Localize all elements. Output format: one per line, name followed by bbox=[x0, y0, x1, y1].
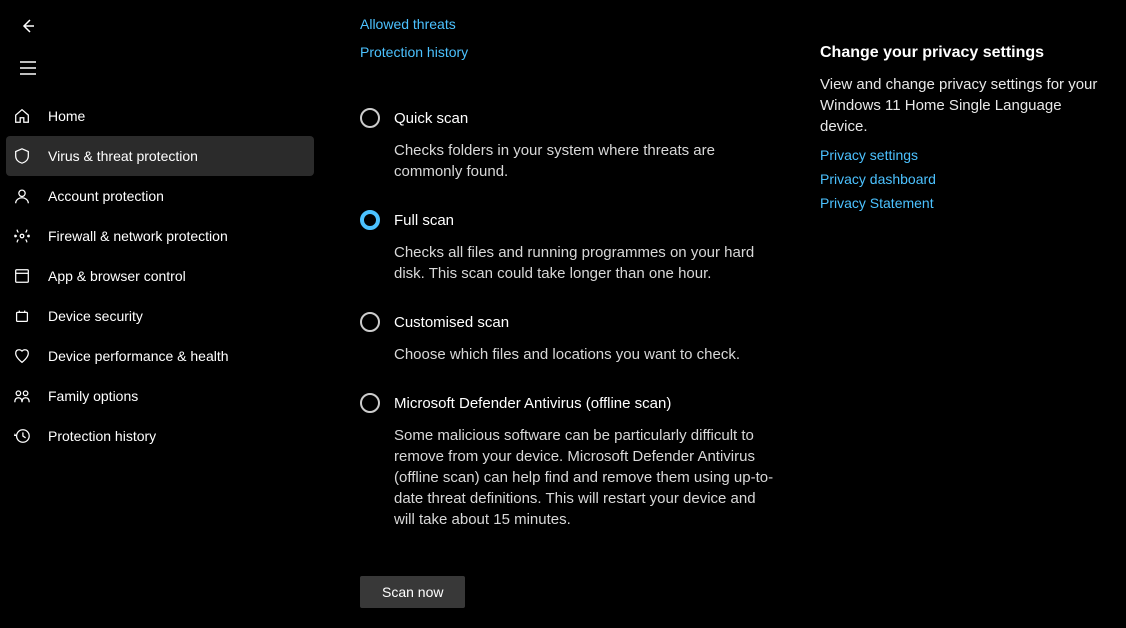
nav-label: Home bbox=[48, 108, 85, 124]
radio-button[interactable] bbox=[360, 108, 380, 128]
scan-now-button[interactable]: Scan now bbox=[360, 576, 465, 608]
link-allowed-threats[interactable]: Allowed threats bbox=[360, 16, 780, 32]
nav-label: App & browser control bbox=[48, 268, 186, 284]
radio-label: Full scan bbox=[394, 212, 454, 229]
family-icon bbox=[12, 386, 32, 406]
nav-item-protection-history[interactable]: Protection history bbox=[0, 416, 320, 456]
network-icon bbox=[12, 226, 32, 246]
title-bar bbox=[0, 8, 320, 44]
nav-item-app-browser[interactable]: App & browser control bbox=[0, 256, 320, 296]
radio-button[interactable] bbox=[360, 210, 380, 230]
home-icon bbox=[12, 106, 32, 126]
radio-head-full[interactable]: Full scan bbox=[360, 210, 780, 230]
nav-label: Device security bbox=[48, 308, 143, 324]
link-privacy-statement[interactable]: Privacy Statement bbox=[820, 195, 1100, 211]
link-privacy-dashboard[interactable]: Privacy dashboard bbox=[820, 171, 1100, 187]
radio-button[interactable] bbox=[360, 312, 380, 332]
nav-item-device-security[interactable]: Device security bbox=[0, 296, 320, 336]
arrow-left-icon bbox=[20, 18, 36, 34]
scan-options: Quick scan Checks folders in your system… bbox=[360, 108, 780, 608]
link-privacy-settings[interactable]: Privacy settings bbox=[820, 147, 1100, 163]
radio-head-quick[interactable]: Quick scan bbox=[360, 108, 780, 128]
nav-label: Family options bbox=[48, 388, 138, 404]
app-root: Home Virus & threat protection Account p… bbox=[0, 0, 1126, 628]
radio-button[interactable] bbox=[360, 393, 380, 413]
link-protection-history[interactable]: Protection history bbox=[360, 44, 780, 60]
nav-item-firewall[interactable]: Firewall & network protection bbox=[0, 216, 320, 256]
nav-item-performance[interactable]: Device performance & health bbox=[0, 336, 320, 376]
person-icon bbox=[12, 186, 32, 206]
radio-head-custom[interactable]: Customised scan bbox=[360, 312, 780, 332]
center-column: Allowed threats Protection history Quick… bbox=[320, 16, 780, 628]
nav-item-account[interactable]: Account protection bbox=[0, 176, 320, 216]
radio-option-quick: Quick scan Checks folders in your system… bbox=[360, 108, 780, 182]
main-content: Allowed threats Protection history Quick… bbox=[320, 0, 1126, 628]
radio-option-offline: Microsoft Defender Antivirus (offline sc… bbox=[360, 393, 780, 530]
radio-label: Quick scan bbox=[394, 110, 468, 127]
sidebar: Home Virus & threat protection Account p… bbox=[0, 0, 320, 628]
radio-description: Checks folders in your system where thre… bbox=[394, 140, 780, 182]
radio-option-full: Full scan Checks all files and running p… bbox=[360, 210, 780, 284]
app-icon bbox=[12, 266, 32, 286]
nav-item-home[interactable]: Home bbox=[0, 96, 320, 136]
radio-label: Microsoft Defender Antivirus (offline sc… bbox=[394, 395, 671, 412]
heart-icon bbox=[12, 346, 32, 366]
hamburger-icon bbox=[20, 61, 36, 75]
nav-item-virus[interactable]: Virus & threat protection bbox=[6, 136, 314, 176]
nav-list: Home Virus & threat protection Account p… bbox=[0, 92, 320, 456]
radio-description: Choose which files and locations you wan… bbox=[394, 344, 780, 365]
radio-description: Some malicious software can be particula… bbox=[394, 425, 780, 530]
nav-label: Account protection bbox=[48, 188, 164, 204]
nav-label: Device performance & health bbox=[48, 348, 229, 364]
hamburger-button[interactable] bbox=[12, 52, 44, 84]
history-icon bbox=[12, 426, 32, 446]
nav-label: Virus & threat protection bbox=[48, 148, 198, 164]
radio-head-offline[interactable]: Microsoft Defender Antivirus (offline sc… bbox=[360, 393, 780, 413]
nav-item-family[interactable]: Family options bbox=[0, 376, 320, 416]
radio-label: Customised scan bbox=[394, 314, 509, 331]
privacy-title: Change your privacy settings bbox=[820, 44, 1100, 62]
chip-icon bbox=[12, 306, 32, 326]
nav-label: Firewall & network protection bbox=[48, 228, 228, 244]
back-button[interactable] bbox=[12, 10, 44, 42]
radio-option-custom: Customised scan Choose which files and l… bbox=[360, 312, 780, 365]
nav-label: Protection history bbox=[48, 428, 156, 444]
privacy-panel: Change your privacy settings View and ch… bbox=[820, 16, 1100, 628]
shield-icon bbox=[12, 146, 32, 166]
radio-description: Checks all files and running programmes … bbox=[394, 242, 780, 284]
privacy-description: View and change privacy settings for you… bbox=[820, 74, 1100, 137]
